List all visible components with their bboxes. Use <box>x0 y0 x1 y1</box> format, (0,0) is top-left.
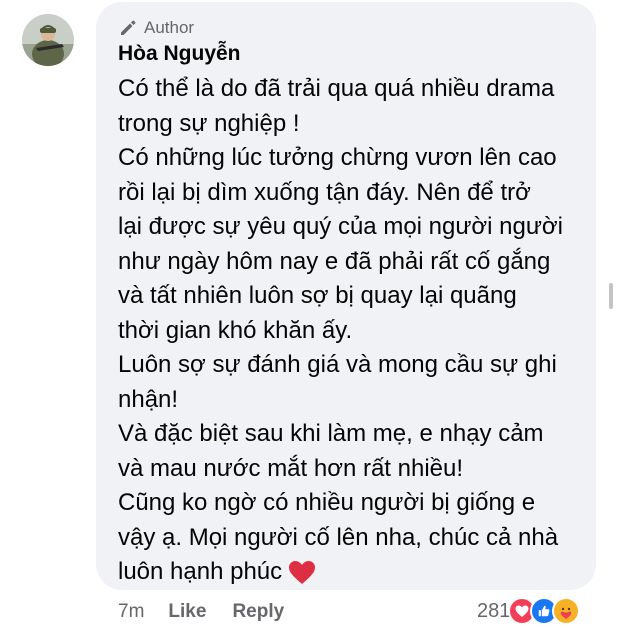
pencil-icon <box>121 20 136 35</box>
heart-icon <box>289 560 316 584</box>
author-badge-label: Author <box>144 18 195 37</box>
comment-line: và tất nhiên luôn sợ bị quay lại quãng <box>118 282 517 309</box>
comment-timestamp[interactable]: 7m <box>118 601 144 623</box>
like-button[interactable]: Like <box>168 601 206 623</box>
comment-line: trong sự nghiệp ! <box>118 109 300 137</box>
comment-line: rồi lại bị dìm xuống tận đáy. Nên để trở <box>118 178 531 206</box>
reaction-count: 281 <box>477 599 511 622</box>
comment-line: lại được sự yêu quý của mọi người người <box>118 213 563 240</box>
comment-actions: 7m Like Reply <box>118 598 284 626</box>
comment-line: luôn hạnh phúc <box>118 558 283 585</box>
comment-line: Cũng ko ngờ có nhiều người bị giống e <box>118 489 536 516</box>
comment-line: Có thể là do đã trải qua quá nhiều drama <box>118 75 555 102</box>
comment-line: Luôn sợ sự đánh giá và mong cầu sự ghi <box>118 351 557 378</box>
comment-line: nhận! <box>118 385 179 413</box>
care-reaction-icon <box>552 597 581 625</box>
avatar-image <box>22 14 74 66</box>
comment-line: thời gian khó khăn ấy. <box>118 316 353 344</box>
author-name[interactable]: Hòa Nguyễn <box>118 42 241 66</box>
comment-last-line: luôn hạnh phúc <box>118 555 588 590</box>
scrollbar[interactable] <box>609 283 613 309</box>
comment-line: Có những lúc tưởng chừng vươn lên cao <box>118 144 557 171</box>
comment-line: Và đặc biệt sau khi làm mẹ, e nhạy cảm <box>118 420 544 447</box>
reply-button[interactable]: Reply <box>232 601 284 623</box>
author-badge: Author <box>118 16 194 40</box>
comment-text: Có thể là do đã trải qua quá nhiều drama… <box>118 72 588 590</box>
comment-line: như ngày hôm nay e đã phải rất cố gắng <box>118 247 551 275</box>
reactions-summary[interactable]: 281 <box>477 596 581 626</box>
comment-line: và mau nước mắt hơn rất nhiều! <box>118 454 464 482</box>
avatar[interactable] <box>22 14 74 66</box>
comment-line: vậy ạ. Mọi người cố lên nha, chúc cả nhà <box>118 523 559 551</box>
